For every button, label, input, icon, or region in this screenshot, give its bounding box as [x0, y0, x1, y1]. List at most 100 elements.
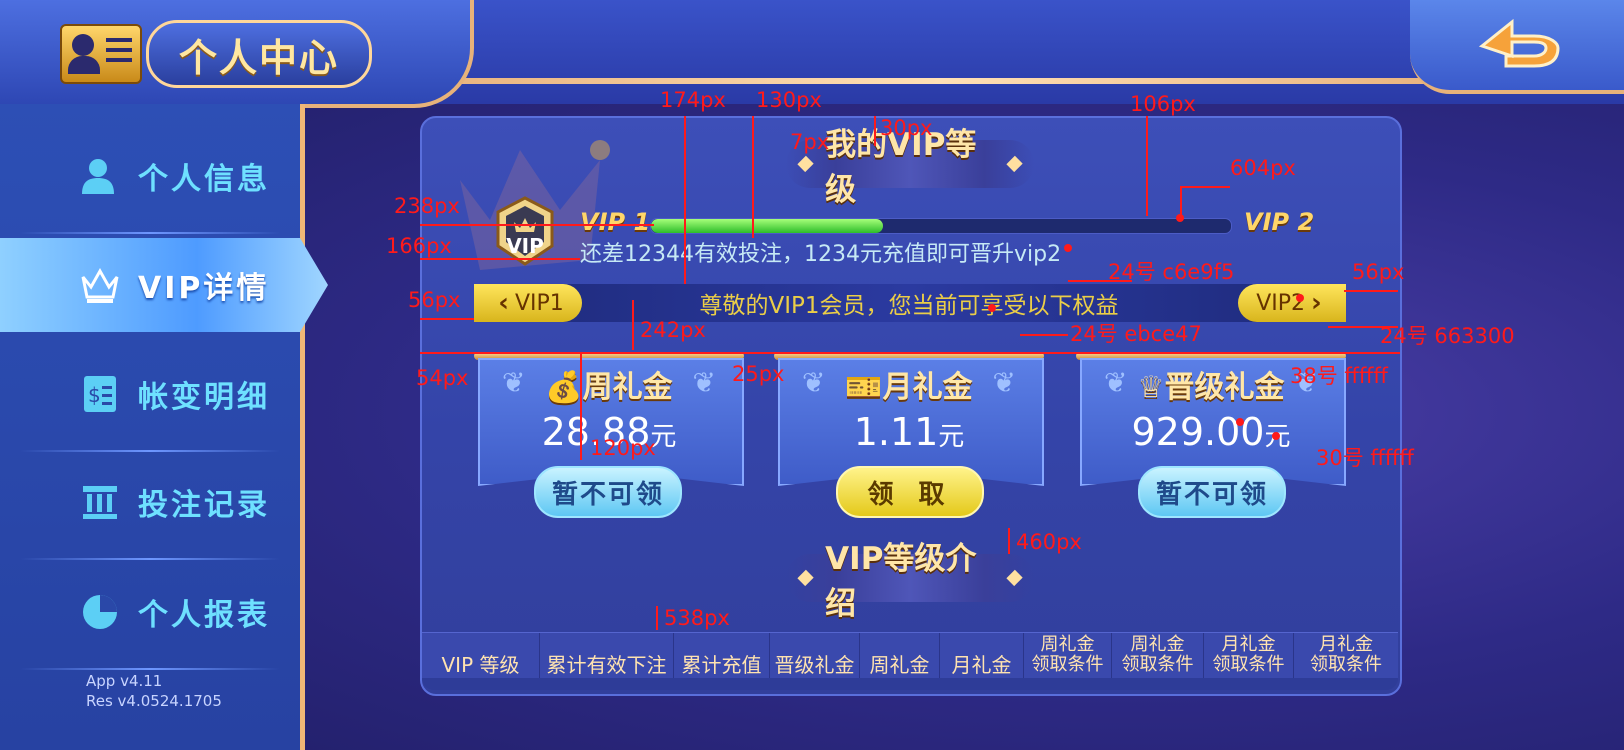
annotation-line [1020, 334, 1068, 336]
sidebar-item-personal-info[interactable]: 个人信息 [0, 128, 300, 234]
annotation-line [744, 352, 774, 354]
annotation-label: 30号 ffffff [1316, 446, 1414, 470]
progress-note: 还差12344有效投注，1234元充值即可晋升vip2 [580, 242, 1062, 267]
annotation-line [1180, 186, 1230, 188]
annotation-line [752, 116, 754, 238]
chevron-left-icon: ‹ [498, 288, 509, 318]
top-bar-stripe [440, 78, 1440, 84]
page-title: 个人中心 [146, 20, 372, 88]
annotation-label: 30px [880, 116, 933, 140]
vip-intro-title: VIP等级介绍 [786, 541, 1034, 622]
annotation-dot [1236, 418, 1244, 426]
table-header-cell: 月礼金 [940, 633, 1024, 679]
annotation-label: 24号 ebce47 [1070, 322, 1202, 346]
chevron-right-icon: › [1311, 288, 1322, 318]
benefit-banner: 尊敬的VIP1会员，您当前可享受以下权益 [474, 284, 1344, 322]
annotation-label: 174px [660, 88, 726, 112]
annotation-line [420, 258, 580, 260]
annotation-dot [1176, 214, 1184, 222]
svg-text:$: $ [88, 383, 101, 407]
table-header-cell: 月礼金 领取条件 [1204, 633, 1294, 679]
annotation-dot [1064, 244, 1072, 252]
sidebar-item-label: 帐变明细 [138, 380, 270, 415]
current-level-label: VIP 1 [580, 208, 651, 236]
res-version: Res v4.0524.1705 [86, 692, 222, 710]
table-header-cell: 累计充值 [674, 633, 770, 679]
table-header-cell: 周礼金 [860, 633, 940, 679]
card-title: 月礼金 [882, 370, 973, 405]
annotation-label: 460px [1016, 530, 1082, 554]
card-amount: 929.00 [1131, 410, 1265, 454]
bank-icon [76, 478, 124, 526]
monthly-gift-claim-button[interactable]: 领 取 [836, 466, 984, 518]
sidebar-item-vip-details[interactable]: VIP详情 [0, 238, 328, 332]
crown-icon: ♕ [1137, 370, 1165, 405]
sidebar-item-label: VIP详情 [138, 271, 270, 306]
person-icon [76, 152, 124, 200]
annotation-line [420, 318, 474, 320]
annotation-line [684, 116, 686, 284]
pie-chart-icon [76, 588, 124, 636]
card-title: 周礼金 [582, 370, 673, 405]
profile-card-icon [60, 24, 142, 84]
annotation-line [1008, 528, 1010, 554]
diamond-icon [1006, 569, 1023, 587]
annotation-label: 106px [1130, 92, 1196, 116]
prev-level-button[interactable]: ‹ VIP1 [474, 284, 582, 322]
vip-badge-icon: VIP [494, 196, 556, 266]
annotation-line [1146, 116, 1148, 216]
weekly-gift-card: ❦ ❦ 💰周礼金 28.88元 [474, 352, 744, 486]
weekly-gift-button[interactable]: 暂不可领 [534, 466, 682, 518]
vip-progress-bar [650, 218, 1232, 234]
prev-level-label: VIP1 [514, 290, 564, 316]
card-title: 晋级礼金 [1164, 370, 1285, 405]
annotation-label: 7px [790, 130, 830, 154]
section-title-text: VIP等级介绍 [825, 541, 977, 622]
next-level-label: VIP 2 [1244, 208, 1315, 236]
sidebar-item-ledger[interactable]: $ 帐变明细 [0, 346, 300, 452]
annotation-label: 24号 663300 [1380, 324, 1515, 348]
annotation-line [420, 352, 1400, 354]
annotation-label: 56px [1352, 260, 1405, 284]
vip-table-body [422, 678, 1398, 690]
table-header-cell: 晋级礼金 [770, 633, 860, 679]
table-header-cell: 周礼金 领取条件 [1024, 633, 1112, 679]
monthly-gift-card: ❦ ❦ 🎫月礼金 1.11元 [774, 352, 1044, 486]
annotation-label: 24号 c6e9f5 [1108, 260, 1235, 284]
table-header-cell: 月礼金 领取条件 [1310, 634, 1382, 675]
next-level-button[interactable]: VIP2 › [1238, 284, 1346, 322]
sidebar-item-label: 个人信息 [138, 162, 270, 197]
table-header-cell: 周礼金 领取条件 [1112, 633, 1204, 679]
promotion-gift-button[interactable]: 暂不可领 [1138, 466, 1286, 518]
annotation-label: 38号 ffffff [1290, 364, 1388, 388]
crown-icon [76, 261, 124, 309]
sidebar-item-personal-report[interactable]: 个人报表 [0, 564, 300, 670]
table-header-cell: 累计有效下注 [540, 633, 674, 679]
annotation-dot [988, 304, 996, 312]
card-unit: 元 [938, 422, 965, 452]
diamond-icon [1006, 155, 1023, 173]
annotation-label: 56px [408, 288, 461, 312]
sidebar-item-bet-records[interactable]: 投注记录 [0, 454, 300, 560]
annotation-line [420, 224, 654, 226]
back-arrow-icon[interactable] [1472, 12, 1568, 76]
app-version: App v4.11 [86, 672, 163, 690]
annotation-dot [1272, 432, 1280, 440]
annotation-label: 238px [394, 194, 460, 218]
annotation-label: 242px [640, 318, 706, 342]
annotation-dot [1296, 294, 1304, 302]
sidebar-item-label: 个人报表 [138, 598, 270, 633]
benefit-banner-text: 尊敬的VIP1会员，您当前可享受以下权益 [699, 293, 1119, 319]
sidebar-item-label: 投注记录 [138, 488, 270, 523]
table-header-cell: VIP 等级 [422, 633, 540, 679]
annotation-label: 120px [590, 436, 656, 460]
diamond-icon [797, 155, 814, 173]
annotation-label: 25px [732, 362, 785, 386]
annotation-line [580, 352, 582, 460]
annotation-label: 604px [1230, 156, 1296, 180]
ticket-icon: 🎫 [845, 370, 883, 405]
annotation-line [632, 300, 634, 350]
annotation-line [656, 606, 658, 630]
diamond-icon [797, 569, 814, 587]
annotation-label: 54px [416, 366, 469, 390]
